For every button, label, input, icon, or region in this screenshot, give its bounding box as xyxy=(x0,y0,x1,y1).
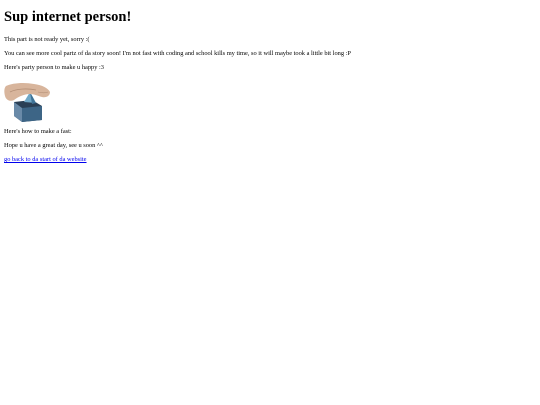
page: Sup internet person! This part is not re… xyxy=(0,0,540,405)
more-soon-text: You can see more cool partz of da story … xyxy=(4,50,351,57)
cube-front-face xyxy=(22,106,42,122)
party-person-gif xyxy=(4,82,50,122)
back-link-paragraph: go back to da start of da website xyxy=(4,156,536,164)
not-ready-text: This part is not ready yet, sorry :( xyxy=(4,36,90,43)
goodbye-text: Hope u have a great day, see u soon ^^ xyxy=(4,142,103,149)
page-title: Sup internet person! xyxy=(4,9,132,25)
party-intro-text: Here's party person to make u happy :3 xyxy=(4,64,105,71)
back-to-start-link[interactable]: go back to da start of da website xyxy=(4,156,87,163)
how-to-text: Here's how to make a fast: xyxy=(4,128,72,135)
